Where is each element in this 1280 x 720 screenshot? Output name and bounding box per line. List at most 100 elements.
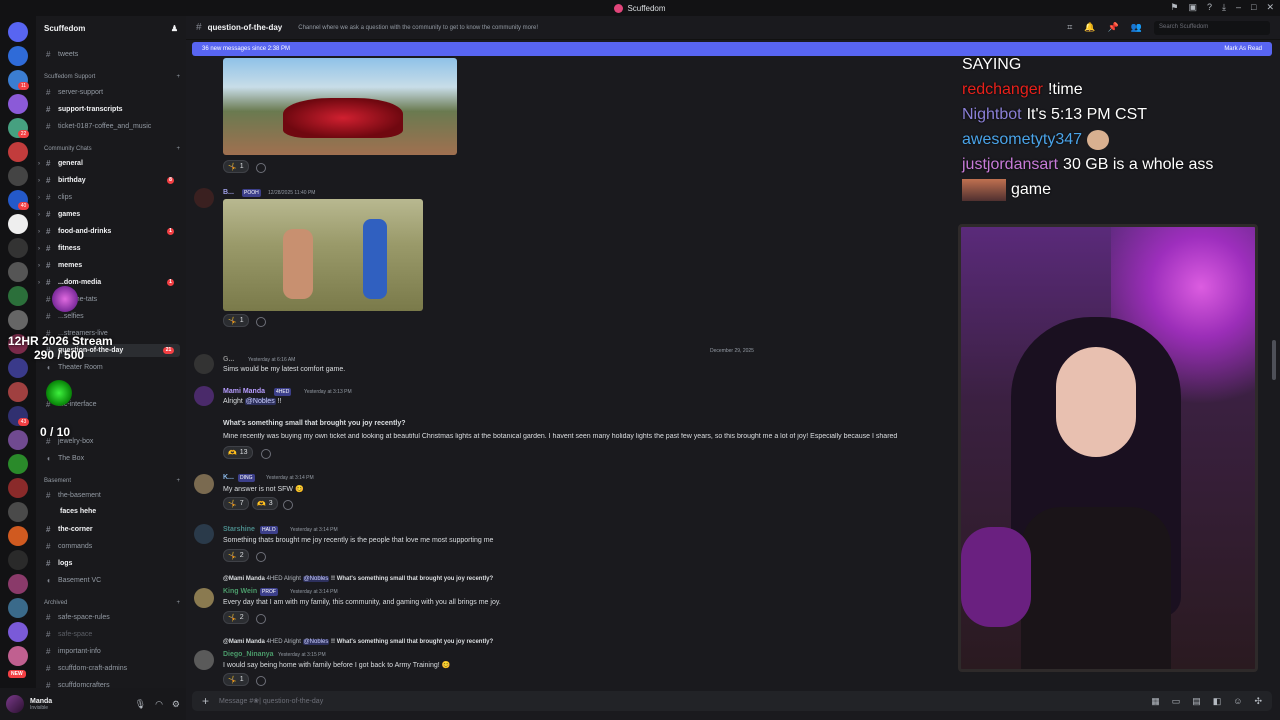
help-icon[interactable]: ?: [1207, 2, 1212, 13]
category-support[interactable]: Scuffedom Support +: [44, 74, 180, 80]
gift-icon[interactable]: ▭: [1172, 696, 1181, 707]
download-icon[interactable]: ⤓: [1222, 2, 1226, 13]
channel-item[interactable]: # safe-space: [46, 630, 180, 639]
channel-item[interactable]: › # birthday 8: [38, 176, 180, 185]
add-channel-icon[interactable]: +: [176, 600, 180, 606]
server-icon[interactable]: [8, 286, 28, 306]
server-icon[interactable]: [8, 310, 28, 330]
reaction-button[interactable]: 🤸 2: [223, 549, 249, 562]
channel-item[interactable]: › # clips: [38, 193, 180, 202]
server-icon[interactable]: [8, 46, 28, 66]
message-author[interactable]: Mami Manda: [223, 388, 265, 395]
server-icon[interactable]: [8, 382, 28, 402]
thread-item[interactable]: faces hehe: [60, 508, 186, 515]
inbox-icon[interactable]: ⚑: [1170, 2, 1178, 13]
server-icon[interactable]: [8, 598, 28, 618]
close-icon[interactable]: ✕: [1266, 2, 1274, 13]
reaction-button[interactable]: 🤸 1: [223, 160, 249, 173]
channel-item[interactable]: # safe-space-rules: [46, 613, 180, 622]
avatar[interactable]: [194, 386, 214, 406]
message-author[interactable]: B...: [223, 189, 234, 196]
channel-item[interactable]: # scuffdom-craft-admins: [46, 664, 180, 673]
apps-icon[interactable]: ▦: [1151, 696, 1160, 707]
server-icon[interactable]: [8, 94, 28, 114]
plus-icon[interactable]: +: [202, 694, 209, 708]
mention[interactable]: @Nobles: [302, 639, 330, 645]
reaction-button[interactable]: 🤸 1: [223, 314, 249, 327]
image-attachment[interactable]: [223, 58, 457, 155]
message-author[interactable]: G...: [223, 356, 234, 363]
server-icon[interactable]: [8, 430, 28, 450]
server-icon[interactable]: [8, 646, 28, 666]
category-community[interactable]: Community Chats +: [44, 146, 180, 152]
channel-item[interactable]: › # fitness: [38, 244, 180, 253]
image-attachment[interactable]: [223, 199, 423, 311]
gif-icon[interactable]: ▤: [1192, 696, 1201, 707]
screen-icon[interactable]: ▣: [1188, 2, 1197, 13]
headphones-icon[interactable]: ◠: [155, 699, 163, 710]
message-composer[interactable]: + Message #❀| question-of-the-day ▦ ▭ ▤ …: [192, 691, 1272, 711]
reaction-button[interactable]: 🫶 3: [252, 497, 278, 510]
reaction-button[interactable]: 🤸 7: [223, 497, 249, 510]
channel-topic[interactable]: Channel where we ask a question with the…: [298, 25, 538, 31]
server-icon[interactable]: [8, 478, 28, 498]
server-icon[interactable]: [8, 214, 28, 234]
avatar[interactable]: [6, 695, 24, 713]
voice-channel-item[interactable]: ◖ Basement VC: [46, 576, 180, 585]
channel-item[interactable]: › # games: [38, 210, 180, 219]
server-icon[interactable]: [8, 262, 28, 282]
add-reaction-icon[interactable]: [283, 500, 293, 510]
channel-item[interactable]: # commands: [46, 542, 180, 551]
channel-item[interactable]: # the-corner: [46, 525, 180, 534]
server-icon[interactable]: [8, 574, 28, 594]
channel-item[interactable]: # the-basement: [46, 491, 180, 500]
channel-item[interactable]: # logs: [46, 559, 180, 568]
server-icon[interactable]: [8, 454, 28, 474]
scrollbar[interactable]: [1272, 340, 1276, 380]
message-author[interactable]: Starshine: [223, 526, 255, 533]
channel-item[interactable]: › # memes: [38, 261, 180, 270]
server-icon[interactable]: [8, 526, 28, 546]
add-reaction-icon[interactable]: [256, 317, 266, 327]
minimize-icon[interactable]: –: [1236, 2, 1241, 13]
channel-item[interactable]: › # general: [38, 159, 180, 168]
add-reaction-icon[interactable]: [256, 163, 266, 173]
channel-item[interactable]: # server-support: [46, 88, 180, 97]
server-header[interactable]: Scuffedom ♟: [36, 16, 186, 40]
add-user-icon[interactable]: ♟: [171, 24, 178, 33]
channel-item[interactable]: # ticket-0187-coffee_and_music: [46, 122, 180, 131]
server-icon[interactable]: [8, 166, 28, 186]
mention[interactable]: @Nobles: [302, 576, 330, 582]
message-author[interactable]: K...: [223, 474, 234, 481]
reaction-button[interactable]: 🫶 13: [223, 446, 253, 459]
add-channel-icon[interactable]: +: [176, 74, 180, 80]
message-author[interactable]: King Wein: [223, 588, 257, 595]
server-icon[interactable]: [8, 502, 28, 522]
reply-preview[interactable]: @Mami Manda 4HED Alright @Nobles !! What…: [223, 639, 493, 645]
channel-item[interactable]: # ...selfies: [46, 312, 180, 321]
message-author[interactable]: Diego_Ninanya: [223, 651, 274, 658]
emoji-icon[interactable]: ☺: [1233, 696, 1242, 707]
mention[interactable]: @Nobles: [244, 398, 276, 405]
activities-icon[interactable]: ✣: [1254, 696, 1262, 707]
threads-icon[interactable]: ⌗: [1067, 22, 1072, 33]
server-icon[interactable]: [8, 622, 28, 642]
channel-item[interactable]: # tweets: [46, 50, 180, 59]
avatar[interactable]: [194, 188, 214, 208]
gear-icon[interactable]: ⚙: [172, 699, 180, 710]
category-archived[interactable]: Archived +: [44, 600, 180, 606]
voice-channel-item[interactable]: ◖ Theater Room: [46, 363, 180, 372]
maximize-icon[interactable]: □: [1251, 2, 1256, 13]
add-reaction-icon[interactable]: [256, 676, 266, 686]
server-icon[interactable]: [8, 238, 28, 258]
add-channel-icon[interactable]: +: [176, 146, 180, 152]
avatar[interactable]: [194, 524, 214, 544]
pin-icon[interactable]: 📌: [1108, 22, 1119, 33]
message-input[interactable]: Message #❀| question-of-the-day: [219, 697, 323, 705]
avatar[interactable]: [194, 588, 214, 608]
reply-preview[interactable]: @Mami Manda 4HED Alright @Nobles !! What…: [223, 576, 493, 582]
add-reaction-icon[interactable]: [256, 614, 266, 624]
channel-item[interactable]: › # food-and-drinks 1: [38, 227, 180, 236]
avatar[interactable]: [194, 650, 214, 670]
voice-channel-item[interactable]: ◖ The Box: [46, 454, 180, 463]
